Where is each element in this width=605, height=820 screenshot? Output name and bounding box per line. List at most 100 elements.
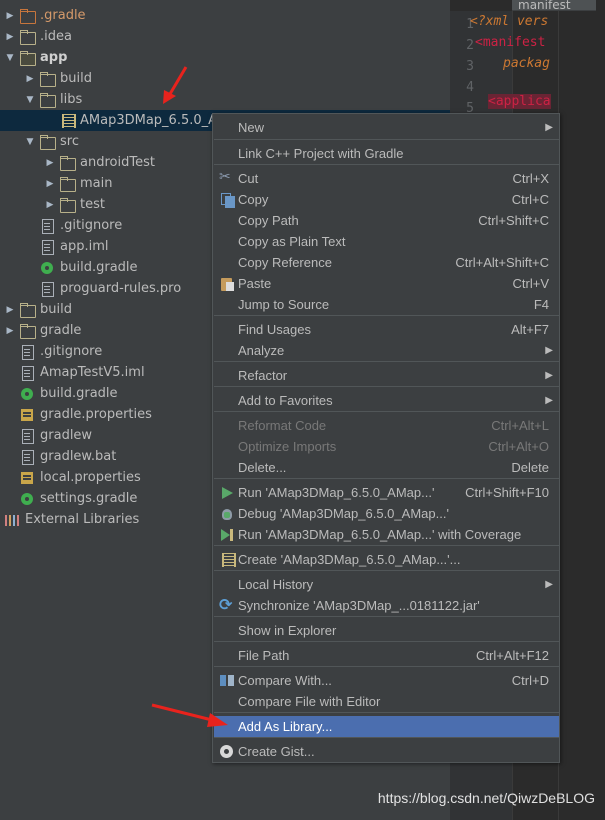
menu-item-new[interactable]: New ▶ bbox=[214, 117, 559, 138]
menu-item-file-path[interactable]: File Path Ctrl+Alt+F12 bbox=[214, 645, 559, 666]
expand-right-icon[interactable]: ▶ bbox=[44, 200, 56, 210]
menu-item-shortcut: Ctrl+Shift+F10 bbox=[465, 485, 549, 500]
tree-item[interactable]: ▶ .idea bbox=[0, 26, 450, 47]
menu-item-shortcut: Ctrl+Alt+O bbox=[488, 439, 549, 454]
menu-item-paste[interactable]: Paste Ctrl+V bbox=[214, 273, 559, 294]
menu-item-shortcut: Delete bbox=[511, 460, 549, 475]
menu-item-label: Create 'AMap3DMap_6.5.0_AMap...'... bbox=[238, 552, 461, 567]
cut-icon bbox=[219, 169, 235, 187]
menu-icon-spacer bbox=[219, 234, 235, 250]
menu-item-link-c-project-with-gradle[interactable]: Link C++ Project with Gradle bbox=[214, 143, 559, 164]
menu-separator bbox=[214, 164, 559, 165]
menu-item-copy[interactable]: Copy Ctrl+C bbox=[214, 189, 559, 210]
menu-icon-spacer bbox=[219, 343, 235, 359]
menu-item-shortcut: F4 bbox=[533, 297, 549, 312]
menu-item-copy-path[interactable]: Copy Path Ctrl+Shift+C bbox=[214, 210, 559, 231]
expand-right-icon[interactable]: ▶ bbox=[4, 326, 16, 336]
gist-icon bbox=[219, 744, 235, 760]
menu-item-label: Run 'AMap3DMap_6.5.0_AMap...' with Cover… bbox=[238, 527, 522, 542]
menu-item-label: File Path bbox=[238, 648, 290, 663]
tree-item-label: build bbox=[40, 302, 72, 317]
menu-icon-spacer bbox=[219, 146, 235, 162]
line-number: 4 bbox=[466, 80, 474, 95]
menu-item-debug-amap3dmap-6-5-0-amap[interactable]: Debug 'AMap3DMap_6.5.0_AMap...' bbox=[214, 503, 559, 524]
menu-item-show-in-explorer[interactable]: Show in Explorer bbox=[214, 620, 559, 641]
expand-down-icon[interactable]: ▼ bbox=[24, 137, 36, 147]
tree-item-label: src bbox=[60, 134, 79, 149]
menu-item-optimize-imports[interactable]: Optimize Imports Ctrl+Alt+O bbox=[214, 436, 559, 457]
menu-item-refactor[interactable]: Refactor ▶ bbox=[214, 365, 559, 386]
folder-icon bbox=[59, 176, 76, 192]
menu-item-add-as-library[interactable]: Add As Library... bbox=[214, 716, 559, 737]
menu-item-label: Show in Explorer bbox=[238, 623, 337, 638]
expand-right-icon[interactable]: ▶ bbox=[4, 305, 16, 315]
menu-item-copy-as-plain-text[interactable]: Copy as Plain Text bbox=[214, 231, 559, 252]
menu-separator bbox=[214, 139, 559, 140]
menu-item-label: Copy Path bbox=[238, 213, 299, 228]
annotation-arrow-libs bbox=[163, 66, 188, 104]
tree-item-label: gradlew bbox=[40, 428, 93, 443]
menu-item-label: Run 'AMap3DMap_6.5.0_AMap...' bbox=[238, 485, 435, 500]
menu-item-run-amap3dmap-6-5-0-amap[interactable]: Run 'AMap3DMap_6.5.0_AMap...' Ctrl+Shift+… bbox=[214, 482, 559, 503]
expand-down-icon[interactable]: ▼ bbox=[4, 53, 16, 63]
expand-right-icon[interactable]: ▶ bbox=[4, 11, 16, 21]
expand-right-icon[interactable]: ▶ bbox=[4, 32, 16, 42]
menu-item-add-to-favorites[interactable]: Add to Favorites ▶ bbox=[214, 390, 559, 411]
menu-item-local-history[interactable]: Local History ▶ bbox=[214, 574, 559, 595]
gradle-icon bbox=[39, 261, 55, 275]
menu-item-create-amap3dmap-6-5-0-amap[interactable]: Create 'AMap3DMap_6.5.0_AMap...'... bbox=[214, 549, 559, 570]
menu-item-label: Paste bbox=[238, 276, 272, 291]
code-line: <?xml vers bbox=[470, 14, 549, 29]
menu-icon-spacer bbox=[219, 255, 235, 271]
tree-item-label: AmapTestV5.iml bbox=[40, 365, 145, 380]
tree-item[interactable]: ▶ .gradle bbox=[0, 5, 450, 26]
module-folder-icon bbox=[19, 50, 36, 66]
tree-item-label: local.properties bbox=[40, 470, 141, 485]
menu-item-cut[interactable]: Cut Ctrl+X bbox=[214, 168, 559, 189]
expand-right-icon[interactable]: ▶ bbox=[44, 179, 56, 189]
libraries-icon bbox=[4, 513, 20, 527]
file-icon bbox=[39, 218, 55, 234]
menu-separator bbox=[214, 712, 559, 713]
menu-item-shortcut: Ctrl+V bbox=[512, 276, 549, 291]
file-icon bbox=[19, 428, 35, 444]
menu-item-compare-file-with-editor[interactable]: Compare File with Editor bbox=[214, 691, 559, 712]
menu-separator bbox=[214, 666, 559, 667]
tree-item-label: gradlew.bat bbox=[40, 449, 117, 464]
menu-item-label: Create Gist... bbox=[238, 744, 315, 759]
menu-item-label: Refactor bbox=[238, 368, 288, 383]
gradle-icon bbox=[19, 387, 35, 401]
menu-item-delete[interactable]: Delete... Delete bbox=[214, 457, 559, 478]
menu-item-reformat-code[interactable]: Reformat Code Ctrl+Alt+L bbox=[214, 415, 559, 436]
menu-item-label: Copy as Plain Text bbox=[238, 234, 346, 249]
tree-item-label: .idea bbox=[40, 29, 72, 44]
menu-item-label: Add to Favorites bbox=[238, 393, 333, 408]
menu-item-shortcut: Ctrl+Shift+C bbox=[478, 213, 549, 228]
tree-item[interactable]: ▶ build bbox=[0, 68, 450, 89]
menu-item-shortcut: Ctrl+D bbox=[511, 673, 549, 688]
menu-item-jump-to-source[interactable]: Jump to Source F4 bbox=[214, 294, 559, 315]
menu-item-find-usages[interactable]: Find Usages Alt+F7 bbox=[214, 319, 559, 340]
expand-right-icon[interactable]: ▶ bbox=[24, 74, 36, 84]
menu-item-copy-reference[interactable]: Copy Reference Ctrl+Alt+Shift+C bbox=[214, 252, 559, 273]
line-number: 2 bbox=[466, 38, 474, 53]
menu-item-synchronize-amap3dmap-0181122-jar[interactable]: Synchronize 'AMap3DMap_...0181122.jar' bbox=[214, 595, 559, 616]
editor-tab-manifest[interactable]: manifest bbox=[512, 0, 596, 11]
menu-item-label: Jump to Source bbox=[238, 297, 330, 312]
menu-item-create-gist[interactable]: Create Gist... bbox=[214, 741, 559, 762]
menu-icon-spacer bbox=[219, 213, 235, 229]
menu-item-compare-with[interactable]: Compare With... Ctrl+D bbox=[214, 670, 559, 691]
menu-item-run-amap3dmap-6-5-0-amap-with-coverage[interactable]: Run 'AMap3DMap_6.5.0_AMap...' with Cover… bbox=[214, 524, 559, 545]
coverage-icon bbox=[219, 527, 235, 543]
expand-down-icon[interactable]: ▼ bbox=[24, 95, 36, 105]
expand-right-icon[interactable]: ▶ bbox=[44, 158, 56, 168]
menu-item-analyze[interactable]: Analyze ▶ bbox=[214, 340, 559, 361]
gradle-icon bbox=[19, 492, 35, 506]
file-icon bbox=[39, 239, 55, 255]
menu-icon-spacer bbox=[219, 418, 235, 434]
folder-icon bbox=[59, 155, 76, 171]
menu-separator bbox=[214, 361, 559, 362]
menu-item-label: Analyze bbox=[238, 343, 285, 358]
tree-item[interactable]: ▼ app bbox=[0, 47, 450, 68]
tree-item[interactable]: ▼ libs bbox=[0, 89, 450, 110]
